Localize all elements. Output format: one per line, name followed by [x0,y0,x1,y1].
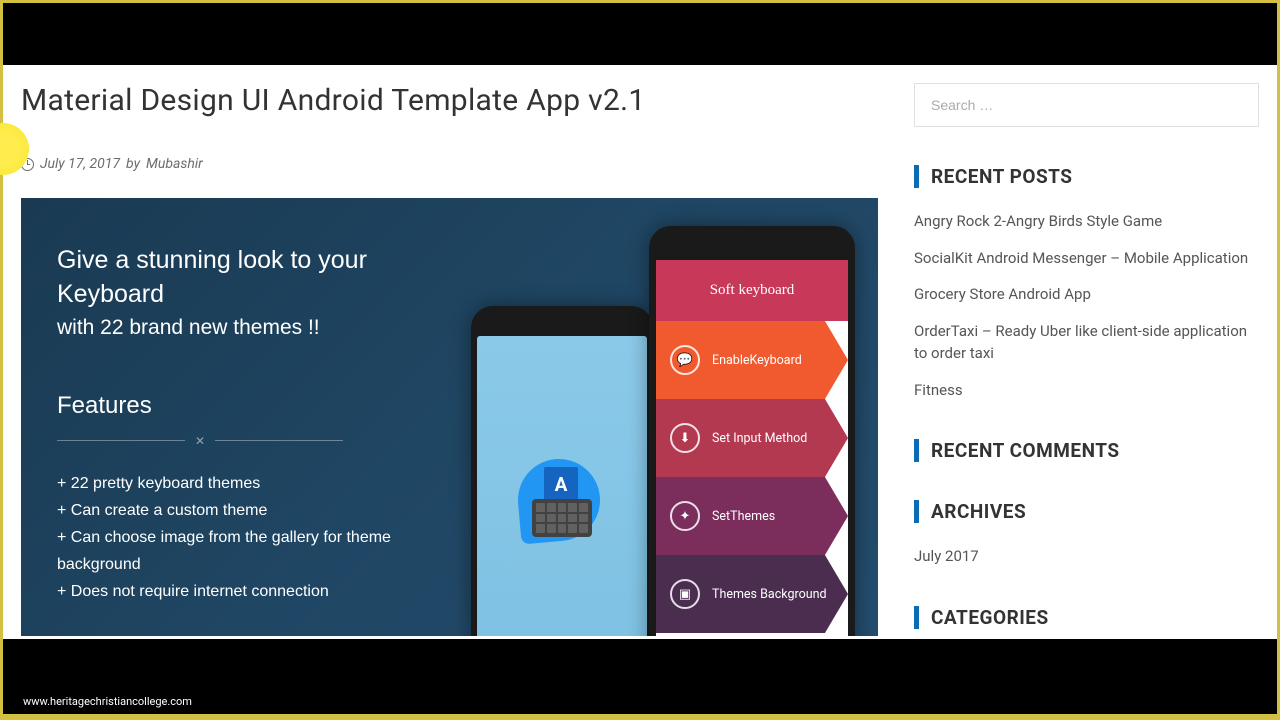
menu-label: Set Input Method [712,431,807,446]
soft-keyboard-header: Soft keyboard [656,260,848,321]
archives-list: July 2017 [914,545,1259,568]
categories-widget: CATEGORIES [914,606,1259,629]
keyboard-app-icon: A [518,459,606,537]
menu-item-enable-keyboard: 💬 EnableKeyboard [656,321,848,399]
letter-a: A [544,467,578,501]
menu-item-themes-bg: ▣ Themes Background [656,555,848,633]
phone-mockups: A Soft keyboard [471,198,871,636]
main-column: Material Design UI Android Template App … [21,83,878,639]
hero-title: Give a stunning look to your Keyboard [57,244,443,312]
features-list: 22 pretty keyboard themes Can create a c… [57,470,443,606]
hero-banner: Give a stunning look to your Keyboard wi… [21,198,878,636]
recent-comments-title: RECENT COMMENTS [914,439,1259,462]
feature-item: Does not require internet connection [57,578,443,605]
letterbox-top [3,3,1277,65]
list-item: OrderTaxi – Ready Uber like client-side … [914,320,1259,365]
menu-item-set-themes: ✦ SetThemes [656,477,848,555]
list-item: Angry Rock 2-Angry Birds Style Game [914,210,1259,233]
palette-icon: ✦ [670,501,700,531]
features-heading: Features [57,392,443,420]
post-link[interactable]: SocialKit Android Messenger – Mobile App… [914,249,1248,267]
categories-title: CATEGORIES [914,606,1259,629]
recent-posts-widget: RECENT POSTS Angry Rock 2-Angry Birds St… [914,165,1259,401]
feature-item: 22 pretty keyboard themes [57,470,443,497]
archive-link[interactable]: July 2017 [914,547,979,565]
hero-text: Give a stunning look to your Keyboard wi… [21,198,471,636]
recent-posts-list: Angry Rock 2-Angry Birds Style Game Soci… [914,210,1259,401]
post-author: Mubashir [146,156,203,172]
feature-item: Can choose image from the gallery for th… [57,524,443,578]
footer-url: www.heritagechristiancollege.com [23,695,192,708]
list-item: Grocery Store Android App [914,283,1259,306]
phone-1-screen: A [477,336,647,636]
archives-widget: ARCHIVES July 2017 [914,500,1259,568]
recent-comments-widget: RECENT COMMENTS [914,439,1259,462]
phone-mockup-2: Soft keyboard 💬 EnableKeyboard ⬇ Set Inp… [649,226,855,636]
post-link[interactable]: Fitness [914,381,963,399]
download-icon: ⬇ [670,423,700,453]
letterbox-bottom: www.heritagechristiancollege.com [3,639,1277,714]
feature-item: Can create a custom theme [57,497,443,524]
menu-item-set-input: ⬇ Set Input Method [656,399,848,477]
list-item: July 2017 [914,545,1259,568]
post-date: July 17, 2017 [40,156,120,172]
post-link[interactable]: OrderTaxi – Ready Uber like client-side … [914,322,1247,363]
by-label: by [126,156,140,172]
post-link[interactable]: Angry Rock 2-Angry Birds Style Game [914,212,1162,230]
menu-label: EnableKeyboard [712,353,802,368]
post-link[interactable]: Grocery Store Android App [914,285,1091,303]
search-input[interactable] [914,83,1259,127]
page-title: Material Design UI Android Template App … [21,83,878,118]
hero-subtitle: with 22 brand new themes !! [57,316,443,340]
phone-mockup-1: A [471,306,653,636]
post-meta: July 17, 2017 by Mubashir [21,156,878,172]
list-item: SocialKit Android Messenger – Mobile App… [914,247,1259,270]
list-item: Fitness [914,379,1259,402]
menu-label: Themes Background [712,587,827,602]
phone-2-screen: Soft keyboard 💬 EnableKeyboard ⬇ Set Inp… [656,260,848,636]
divider: ✕ [57,434,443,448]
sidebar: RECENT POSTS Angry Rock 2-Angry Birds St… [914,83,1259,639]
image-icon: ▣ [670,579,700,609]
menu-label: SetThemes [712,509,775,524]
recent-posts-title: RECENT POSTS [914,165,1259,188]
chat-icon: 💬 [670,345,700,375]
archives-title: ARCHIVES [914,500,1259,523]
page-content: Material Design UI Android Template App … [3,65,1277,639]
keyboard-keys-icon [532,499,592,537]
